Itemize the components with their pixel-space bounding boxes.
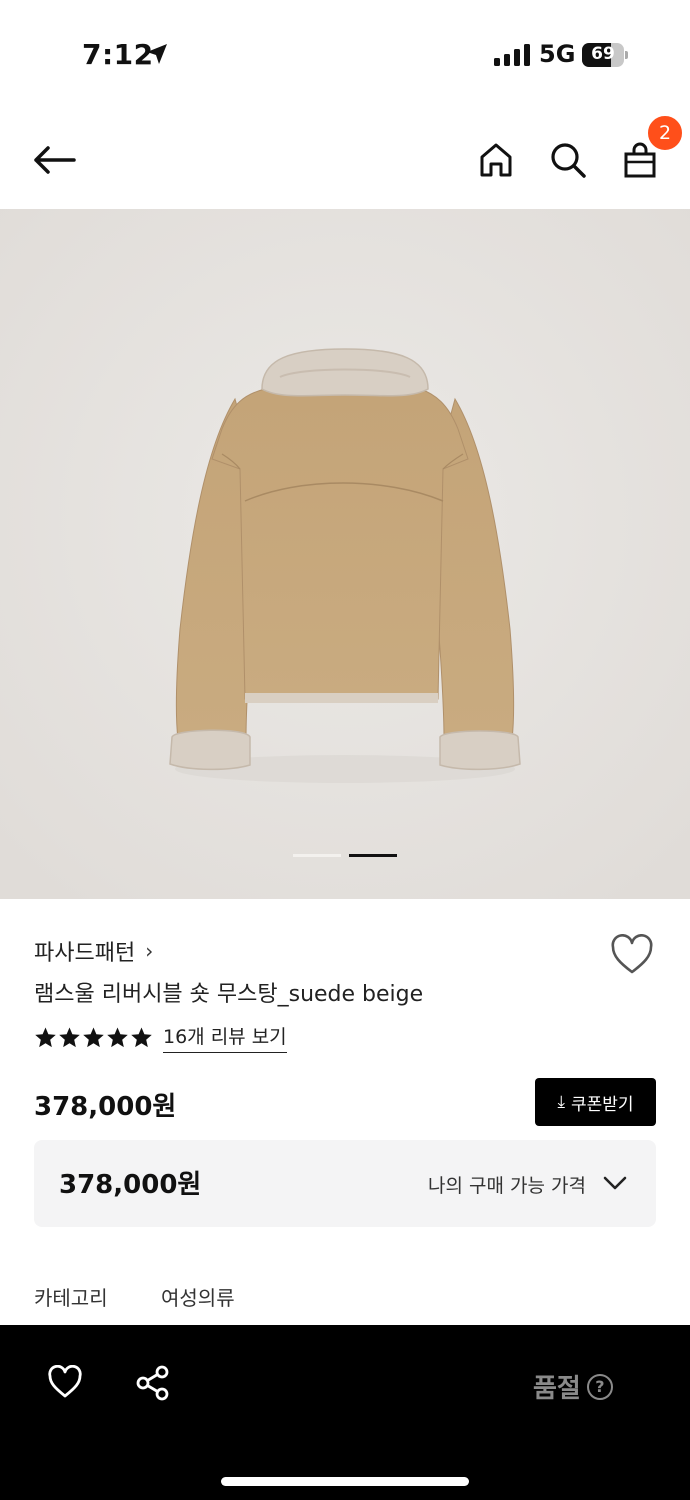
pager-indicator-active[interactable] — [349, 854, 397, 857]
star-icon — [131, 1027, 152, 1048]
status-bar: 7:12 5G 69 — [0, 0, 690, 110]
soldout-label: 품절 — [533, 1374, 581, 1404]
product-price: 378,000원 — [34, 1092, 177, 1122]
review-link[interactable]: 16개 리뷰 보기 — [163, 1022, 287, 1053]
search-button[interactable] — [544, 136, 592, 184]
signal-icon — [494, 44, 530, 66]
home-button[interactable] — [472, 136, 520, 184]
bottom-action-bar: 품절 ? — [0, 1325, 690, 1500]
network-type: 5G — [539, 40, 576, 68]
chevron-right-icon: › — [145, 939, 154, 963]
star-icon — [59, 1027, 80, 1048]
brand-name: 파사드패턴 — [34, 941, 136, 966]
arrow-left-icon — [34, 146, 76, 174]
coupon-button-label: 쿠폰받기 — [570, 1094, 634, 1115]
help-circle-icon[interactable]: ? — [586, 1373, 613, 1400]
battery-percent: 69 — [591, 44, 615, 64]
category-label: 카테고리 — [34, 1286, 108, 1310]
my-price-label: 나의 구매 가능 가격 — [428, 1175, 586, 1197]
category-value[interactable]: 여성의류 — [161, 1282, 235, 1311]
product-photo-jacket — [0, 209, 690, 899]
my-price-box[interactable]: 378,000원 나의 구매 가능 가격 — [34, 1140, 656, 1227]
battery-icon: 69 — [582, 43, 628, 67]
star-icon — [83, 1027, 104, 1048]
heart-icon[interactable] — [610, 934, 654, 976]
home-indicator — [221, 1477, 469, 1486]
status-time: 7:12 — [82, 38, 154, 71]
cart-button[interactable]: 2 — [616, 114, 684, 184]
top-nav-bar: 2 — [0, 110, 690, 210]
product-image-gallery[interactable] — [0, 209, 690, 899]
search-icon — [551, 143, 586, 178]
brand-link[interactable]: 파사드패턴 › — [34, 935, 153, 967]
star-icon — [35, 1027, 56, 1048]
category-row: 카테고리 여성의류 — [34, 1282, 235, 1311]
rating-stars — [34, 1026, 153, 1049]
location-arrow-icon — [147, 44, 167, 64]
pager-indicator[interactable] — [293, 854, 341, 857]
image-pager[interactable] — [293, 854, 397, 858]
share-icon[interactable] — [135, 1365, 171, 1401]
product-name: 램스울 리버시블 숏 무스탕_suede beige — [34, 982, 424, 1007]
cart-count-badge: 2 — [646, 114, 684, 152]
my-price-value: 378,000원 — [59, 1170, 202, 1200]
coupon-button[interactable]: ⤓ 쿠폰받기 — [535, 1078, 656, 1126]
download-icon: ⤓ — [557, 1092, 565, 1112]
chevron-down-icon — [603, 1176, 627, 1190]
home-icon — [480, 143, 512, 177]
battery-cap — [625, 51, 628, 59]
rating-row: 16개 리뷰 보기 — [34, 1022, 287, 1053]
wishlist-heart-icon[interactable] — [47, 1365, 83, 1399]
soldout-status: 품절 ? — [533, 1368, 613, 1405]
back-button[interactable] — [30, 136, 78, 184]
star-icon — [107, 1027, 128, 1048]
